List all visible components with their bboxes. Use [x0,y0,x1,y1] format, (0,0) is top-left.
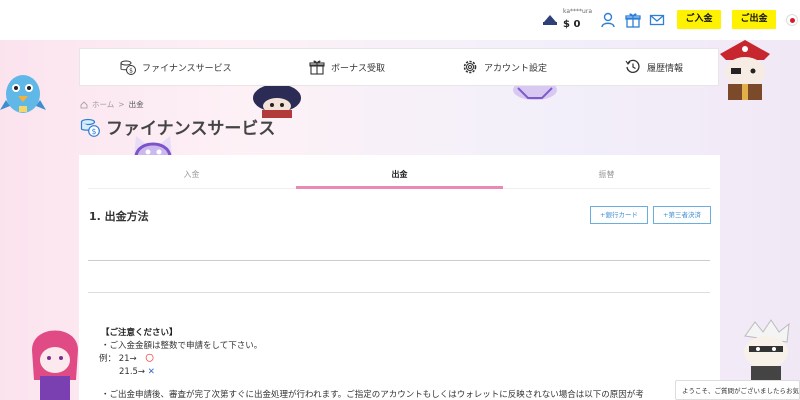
notice-example-1: 例： 21→ 〇 [99,353,644,366]
breadcrumb-separator: > [118,100,125,109]
gear-icon [463,60,477,74]
mascot-white-decoration [744,319,790,388]
nav-finance-services-label: ファイナンスサービス [142,63,232,74]
notice-example-2: 21.5→ ✕ [119,366,644,379]
breadcrumb-current: 出金 [128,100,144,109]
tab-deposit[interactable]: 入金 [88,165,295,189]
withdraw-method-title: 1. 出金方法 [89,210,149,223]
divider [88,260,710,261]
finance-nav: $ ファイナンスサービス ボーナス受取 アカウント設定 履歴情報 [79,48,719,86]
withdraw-card: 入金 出金 振替 1. 出金方法 +銀行カード +第三者決済 【ご注意ください】… [79,155,720,400]
gift-icon[interactable] [625,12,641,28]
finance-tabs: 入金 出金 振替 [88,165,710,189]
notice-heading: 【ご注意ください】 [101,328,178,338]
page-title-row: $ ファイナンスサービス [80,114,275,139]
nav-finance-services[interactable]: $ ファイナンスサービス [120,49,232,85]
nav-account-settings-label: アカウント設定 [484,63,548,74]
japan-flag-icon[interactable] [786,14,798,26]
add-bank-card-button[interactable]: +銀行カード [590,206,648,224]
nav-history[interactable]: 履歴情報 [625,49,683,85]
example-value: 21.5→ [119,367,146,377]
example-value: 21→ [118,354,137,364]
notice-line: ・ご入金金額は整数で申請をして下さい。 [101,341,263,351]
top-bar: ka****ura $ 0 ご入金 ご出金 [0,0,800,40]
avatar-hat-icon [543,15,557,25]
notice-line: ・ご出金申請後、審査が完了次第すぐに出金処理が行われます。ご指定のアカウントもし… [101,390,644,400]
chat-popup[interactable]: ようこそ、ご質問がございましたらお気軽 [675,380,800,400]
coin-dollar-icon: $ [120,60,136,75]
add-third-party-button[interactable]: +第三者決済 [653,206,711,224]
mascot-pirate-decoration [720,40,770,100]
chat-greeting: ようこそ、ご質問がございましたらお気軽 [682,387,800,395]
gift-box-icon [309,60,325,75]
nav-account-settings[interactable]: アカウント設定 [462,49,547,85]
user-icon[interactable] [600,12,616,28]
mascot-pink-decoration [32,330,78,400]
page-title: ファイナンスサービス [106,119,276,139]
tab-transfer[interactable]: 振替 [503,165,710,189]
username: ka****ura [563,8,592,15]
nav-bonus[interactable]: ボーナス受取 [309,49,385,85]
mascot-purple-decoration [513,84,557,100]
coin-dollar-icon: $ [80,118,100,137]
history-clock-icon [625,59,640,73]
balance: $ 0 [563,19,581,30]
example-prefix: 例： [99,354,117,364]
circle-ok-icon: 〇 [145,354,154,364]
svg-text:$: $ [129,68,133,75]
home-icon [80,100,88,108]
nav-bonus-label: ボーナス受取 [331,63,386,74]
svg-text:$: $ [92,127,97,136]
breadcrumb: ホーム > 出金 [80,99,144,110]
breadcrumb-home[interactable]: ホーム [92,99,114,110]
nav-history-label: 履歴情報 [647,63,684,74]
withdraw-button[interactable]: ご出金 [732,10,776,29]
cross-ng-icon: ✕ [147,367,155,377]
mascot-bird-decoration [0,75,46,113]
divider [88,292,710,293]
notice-block: 【ご注意ください】 ・ご入金金額は整数で申請をして下さい。 例： 21→ 〇 2… [99,327,644,400]
mail-icon[interactable] [649,12,665,28]
deposit-button[interactable]: ご入金 [677,10,721,29]
tab-withdraw[interactable]: 出金 [296,165,503,189]
